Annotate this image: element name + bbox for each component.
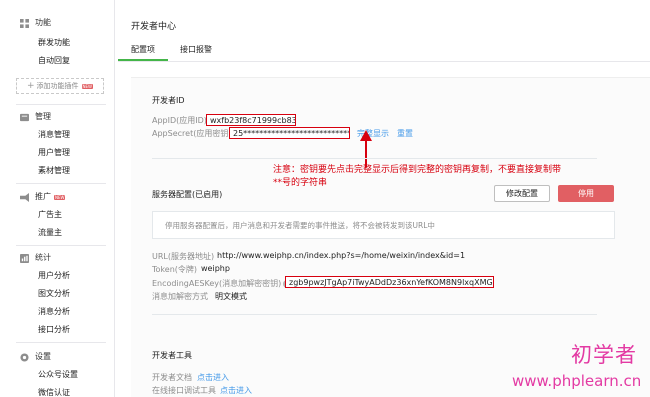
sidebar-item-message-analysis[interactable]: 消息分析 (38, 306, 70, 318)
token-label: Token(令牌) (152, 265, 198, 274)
aeskey-value: zgb9pwzJTgAp7iTwyADdDz36xnYefKOM8N9lxqXM… (285, 276, 494, 288)
encrypt-value: 明文模式 (215, 292, 247, 301)
sidebar-item-traffic-owner[interactable]: 流量主 (38, 227, 62, 239)
sidebar-item-auto-reply[interactable]: 自动回复 (38, 55, 70, 67)
token-value: weiphp (201, 264, 230, 273)
promote-icon (20, 192, 29, 202)
encrypt-label: 消息加解密方式 (152, 292, 208, 301)
add-plugin-label: 添加功能插件 (36, 82, 79, 90)
sidebar-item-messages[interactable]: 消息管理 (38, 129, 70, 141)
plus-icon: + (26, 81, 35, 91)
appid-label: AppID(应用ID) (152, 116, 207, 125)
sidebar-section-stats[interactable]: 统计 (20, 252, 51, 264)
sidebar-item-article-analysis[interactable]: 图文分析 (38, 288, 70, 300)
aeskey-label-text: EncodingAESKey(消息加解密密钥) (152, 279, 282, 288)
sidebar-section-title: 设置 (35, 352, 51, 361)
new-badge: NEW (54, 194, 66, 200)
page-title: 开发者中心 (131, 22, 177, 32)
sidebar-item-wechat-verify[interactable]: 微信认证 (38, 387, 70, 397)
sidebar-divider (16, 104, 106, 105)
url-value: http://www.weiphp.cn/index.php?s=/home/w… (217, 251, 466, 260)
new-badge: NEW (81, 83, 94, 89)
tab-api-alarm[interactable]: 接口报警 (180, 44, 212, 56)
sidebar-section-title: 推广 (35, 192, 51, 201)
watermark-text: 初学者 (571, 343, 637, 367)
sidebar-divider (16, 245, 106, 246)
stop-button[interactable]: 停用 (558, 185, 614, 202)
folder-icon (20, 113, 29, 121)
sidebar-section-settings[interactable]: 设置 (20, 351, 51, 363)
sidebar-item-materials[interactable]: 素材管理 (38, 165, 70, 177)
debug-tool-label: 在线接口调试工具 (152, 386, 216, 395)
sidebar-divider (16, 342, 106, 343)
sidebar-item-account-settings[interactable]: 公众号设置 (38, 369, 78, 381)
appsecret-value: 25***************************92 (229, 127, 350, 139)
sidebar-divider (16, 183, 106, 184)
sidebar-section-function[interactable]: 功能 (20, 17, 51, 29)
tabs-underline (118, 61, 650, 62)
watermark-url: www.phplearn.cn (512, 372, 642, 390)
url-label: URL(服务器地址) (152, 252, 215, 261)
dev-tools-heading: 开发者工具 (152, 351, 192, 360)
modify-config-button[interactable]: 修改配置 (494, 185, 550, 202)
section-divider (152, 158, 597, 159)
appid-value: wxfb23f8c71999cb83 (206, 114, 296, 126)
active-tab-indicator (118, 59, 168, 61)
section-divider (152, 314, 597, 315)
stats-icon (20, 253, 29, 263)
debug-tool-link[interactable]: 点击进入 (220, 385, 252, 396)
sidebar-section-title: 统计 (35, 253, 51, 262)
annotation-arrow (360, 130, 372, 167)
sidebar-item-users[interactable]: 用户管理 (38, 147, 70, 159)
server-config-heading: 服务器配置(已启用) (152, 190, 223, 199)
developer-id-heading: 开发者ID (152, 96, 185, 105)
gear-icon (20, 352, 29, 362)
sidebar-item-advertiser[interactable]: 广告主 (38, 209, 62, 221)
sidebar-item-mass-send[interactable]: 群发功能 (38, 37, 70, 49)
tab-config[interactable]: 配置项 (131, 44, 155, 56)
docs-label: 开发者文档 (152, 373, 192, 382)
stop-notice: 停用服务器配置后，用户消息和开发者需要的事件推送，将不会被转发到该URL中 (152, 211, 615, 239)
sidebar-section-promote[interactable]: 推广 NEW (20, 191, 66, 203)
sidebar: 功能 群发功能 自动回复 + 添加功能插件 NEW 管理 消息管理 用户管理 素… (0, 0, 115, 397)
sidebar-item-api-analysis[interactable]: 接口分析 (38, 324, 70, 336)
appsecret-label: AppSecret(应用密钥) (152, 129, 232, 138)
sidebar-section-title: 管理 (35, 112, 51, 121)
sidebar-section-title: 功能 (35, 18, 51, 27)
sidebar-section-manage[interactable]: 管理 (20, 111, 51, 123)
aeskey-label: EncodingAESKey(消息加解密密钥)? (152, 278, 292, 289)
add-plugin-button[interactable]: + 添加功能插件 NEW (16, 78, 104, 94)
docs-link[interactable]: 点击进入 (197, 372, 229, 383)
sidebar-item-user-analysis[interactable]: 用户分析 (38, 270, 70, 282)
grid-icon (20, 18, 29, 28)
reset-link[interactable]: 重置 (397, 128, 413, 139)
